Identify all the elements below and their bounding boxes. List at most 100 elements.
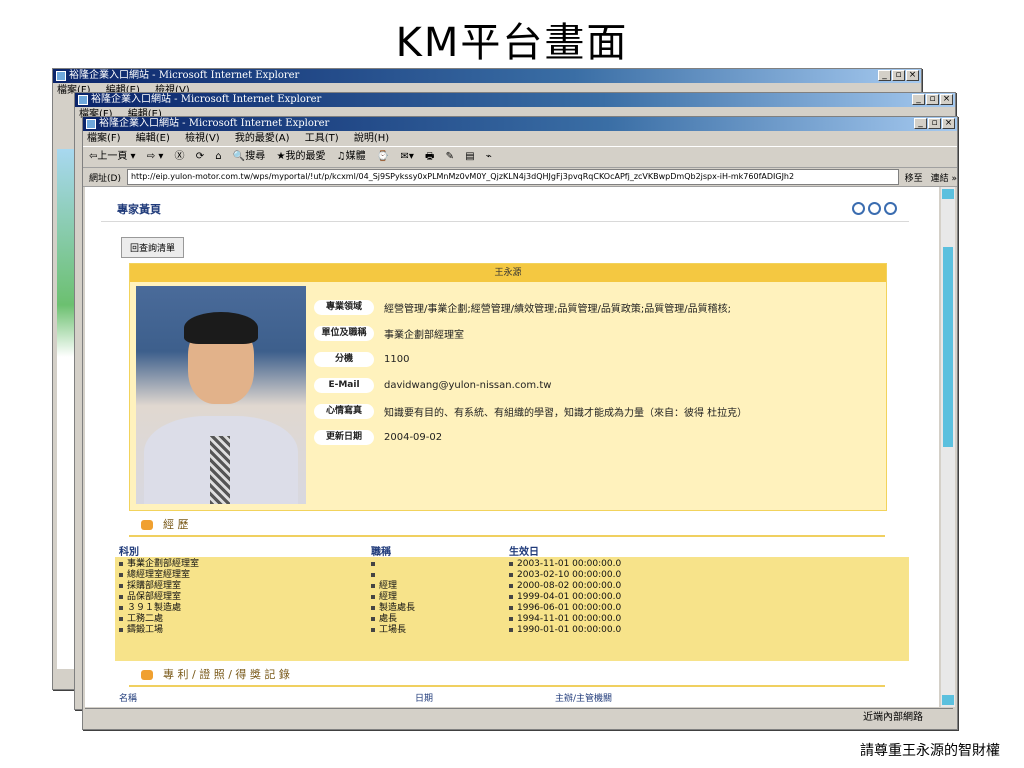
stop-icon[interactable]: Ⓧ bbox=[175, 151, 185, 162]
window-controls: _ ▫ × bbox=[914, 118, 955, 129]
status-bar: 近端內部網路 bbox=[85, 708, 953, 727]
field-value: 經營管理/事業企劃;經營管理/績效管理;品質管理/品質政策;品質管理/品質稽核; bbox=[384, 303, 731, 315]
profile-fields: 專業領域 經營管理/事業企劃;經營管理/績效管理;品質管理/品質政策;品質管理/品… bbox=[314, 294, 747, 450]
vertical-scrollbar[interactable] bbox=[941, 187, 955, 707]
window-title: 裕隆企業入口網站 - Microsoft Internet Explorer bbox=[69, 70, 300, 81]
email-link[interactable]: davidwang@yulon-nissan.com.tw bbox=[384, 380, 551, 391]
cell-date: 1994-11-01 00:00:00.0 bbox=[517, 614, 622, 624]
history-table: 事業企劃部經理室 2003-11-01 00:00:00.0 總經理室經理室 200… bbox=[115, 557, 909, 661]
cell-title: 處長 bbox=[379, 614, 398, 624]
maximize-button[interactable]: ▫ bbox=[892, 70, 905, 81]
refresh-icon[interactable]: ⟳ bbox=[196, 151, 204, 162]
address-input[interactable]: http://eip.yulon-motor.com.tw/wps/myport… bbox=[126, 169, 899, 185]
col-authority: 主辦/主管機關 bbox=[555, 694, 613, 704]
field-row: 更新日期 2004-09-02 bbox=[314, 424, 747, 450]
field-label: E-Mail bbox=[314, 377, 374, 393]
edit-icon[interactable] bbox=[852, 202, 865, 215]
go-button[interactable]: 移至 bbox=[905, 171, 923, 184]
photo-tie bbox=[210, 436, 230, 504]
field-label: 單位及職稱 bbox=[314, 325, 374, 341]
field-label: 專業領域 bbox=[314, 299, 374, 315]
section-icon bbox=[141, 520, 153, 530]
ie-icon bbox=[78, 95, 88, 105]
search-button[interactable]: 🔍搜尋 bbox=[233, 151, 265, 162]
field-value: 知識要有目的、有系統、有組織的學習，知識才能成為力量（來自：彼得 杜拉克） bbox=[384, 407, 748, 419]
window-titlebar[interactable]: 裕隆企業入口網站 - Microsoft Internet Explorer _… bbox=[83, 117, 957, 131]
cell-dept: ３９１製造處 bbox=[127, 603, 182, 613]
profile-photo bbox=[136, 286, 306, 504]
maximize-button[interactable]: ▫ bbox=[926, 94, 939, 105]
menu-edit[interactable]: 編輯(E) bbox=[136, 133, 170, 144]
field-label: 心情寫真 bbox=[314, 403, 374, 419]
field-row: 單位及職稱 事業企劃部經理室 bbox=[314, 320, 747, 346]
menu-bar: 檔案(F) 編輯(E) 檢視(V) 我的最愛(A) 工具(T) 說明(H) bbox=[83, 131, 957, 146]
links-button[interactable]: 連結 » bbox=[931, 171, 957, 184]
col-dept: 科別 bbox=[119, 547, 139, 558]
close-button[interactable]: × bbox=[942, 118, 955, 129]
slide-title: KM平台畫面 bbox=[395, 20, 629, 66]
patents-heading: 專 利 / 證 照 / 得 獎 記 錄 bbox=[163, 668, 290, 681]
col-date: 日期 bbox=[415, 694, 434, 704]
cell-dept: 品保部經理室 bbox=[127, 592, 182, 602]
menu-favorites[interactable]: 我的最愛(A) bbox=[235, 133, 290, 144]
window-title: 裕隆企業入口網站 - Microsoft Internet Explorer bbox=[91, 94, 322, 105]
portlet-header: 專家黃頁 bbox=[101, 199, 909, 222]
field-row: 專業領域 經營管理/事業企劃;經營管理/績效管理;品質管理/品質政策;品質管理/品… bbox=[314, 294, 747, 320]
section-icon bbox=[141, 670, 153, 680]
field-value: 事業企劃部經理室 bbox=[384, 329, 464, 341]
close-button[interactable]: × bbox=[906, 70, 919, 81]
profile-name: 王永源 bbox=[130, 264, 886, 282]
scroll-thumb[interactable] bbox=[943, 247, 953, 447]
back-to-list-button[interactable]: 回查詢清單 bbox=[121, 237, 185, 258]
field-row: 分機 1100 bbox=[314, 346, 747, 372]
maximize-button[interactable]: ▫ bbox=[928, 118, 941, 129]
minimize-icon[interactable] bbox=[868, 202, 881, 215]
close-button[interactable]: × bbox=[940, 94, 953, 105]
history-icon[interactable]: ⌚ bbox=[377, 151, 389, 162]
patents-table-header: 名稱 日期 主辦/主管機關 bbox=[115, 691, 909, 705]
history-table-header: 科別 職稱 生效日 bbox=[115, 543, 909, 558]
minimize-button[interactable]: _ bbox=[912, 94, 925, 105]
history-heading: 經 歷 bbox=[163, 518, 189, 531]
edit-icon[interactable]: ✎ bbox=[446, 151, 454, 162]
address-bar: 網址(D) http://eip.yulon-motor.com.tw/wps/… bbox=[83, 168, 957, 187]
cell-title: 工場長 bbox=[379, 625, 407, 635]
history-section-header: 經 歷 bbox=[129, 515, 885, 537]
page-content: 專家黃頁 回查詢清單 王永源 專業領域 經營管理/事業企劃;經營管理/績效管理;品… bbox=[85, 187, 939, 707]
cell-dept: 鑄鍛工場 bbox=[127, 625, 164, 635]
ie-icon bbox=[86, 119, 96, 129]
security-zone: 近端內部網路 bbox=[863, 712, 923, 723]
portlet-title: 專家黃頁 bbox=[117, 203, 161, 216]
favorites-button[interactable]: ★我的最愛 bbox=[276, 151, 325, 162]
col-name: 名稱 bbox=[119, 694, 138, 704]
cell-dept: 事業企劃部經理室 bbox=[127, 559, 200, 569]
menu-help[interactable]: 說明(H) bbox=[354, 133, 389, 144]
cell-date: 1990-01-01 00:00:00.0 bbox=[517, 625, 622, 635]
home-icon[interactable]: ⌂ bbox=[215, 151, 221, 162]
cell-date: 2000-08-02 00:00:00.0 bbox=[517, 581, 622, 591]
discuss-icon[interactable]: ▤ bbox=[465, 151, 474, 162]
window-titlebar[interactable]: 裕隆企業入口網站 - Microsoft Internet Explorer _… bbox=[75, 93, 955, 107]
back-button[interactable]: ⇦上一頁 ▾ bbox=[89, 151, 136, 162]
forward-button[interactable]: ⇨ ▾ bbox=[147, 151, 164, 162]
mail-icon[interactable]: ✉▾ bbox=[400, 151, 413, 162]
field-row: 心情寫真 知識要有目的、有系統、有組織的學習，知識才能成為力量（來自：彼得 杜拉克… bbox=[314, 398, 747, 424]
print-icon[interactable]: 🖶 bbox=[425, 151, 434, 162]
menu-tools[interactable]: 工具(T) bbox=[305, 133, 339, 144]
window-titlebar[interactable]: 裕隆企業入口網站 - Microsoft Internet Explorer _… bbox=[53, 69, 921, 83]
minimize-button[interactable]: _ bbox=[914, 118, 927, 129]
cell-date: 2003-02-10 00:00:00.0 bbox=[517, 570, 622, 580]
scroll-up-arrow[interactable] bbox=[942, 189, 954, 199]
messenger-icon[interactable]: ⌁ bbox=[486, 151, 492, 162]
maximize-icon[interactable] bbox=[884, 202, 897, 215]
media-button[interactable]: ♫媒體 bbox=[337, 151, 366, 162]
cell-dept: 工務二處 bbox=[127, 614, 164, 624]
scroll-down-arrow[interactable] bbox=[942, 695, 954, 705]
menu-file[interactable]: 檔案(F) bbox=[87, 133, 121, 144]
minimize-button[interactable]: _ bbox=[878, 70, 891, 81]
field-value: 1100 bbox=[384, 353, 410, 365]
menu-view[interactable]: 檢視(V) bbox=[185, 133, 220, 144]
browser-window-front[interactable]: 裕隆企業入口網站 - Microsoft Internet Explorer _… bbox=[82, 116, 958, 730]
ie-icon bbox=[56, 71, 66, 81]
cell-dept: 採購部經理室 bbox=[127, 581, 182, 591]
